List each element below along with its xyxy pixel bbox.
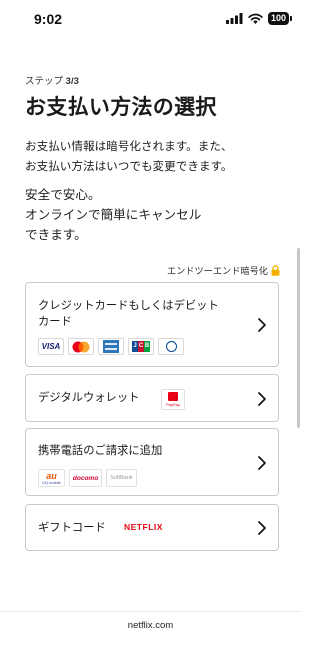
status-icons: 100 [225,12,293,25]
carrier-logos: au UQ mobile docomo SoftBank [38,469,137,487]
diners-club-logo [158,338,184,355]
mastercard-icon [72,341,90,352]
paypay-logo-text: PayPay [166,402,180,407]
au-logo-text: au [46,470,57,481]
softbank-logo-text: SoftBank [110,475,133,481]
lock-icon [271,264,280,276]
battery-icon: 100 [267,12,293,25]
jcb-logo: J C B [128,338,154,355]
paypay-icon [168,392,178,401]
jcb-letter-b: B [144,341,150,352]
gift-code-option-label: ギフトコード [38,521,106,534]
safety-line-1: 安全で安心。 [25,187,101,202]
payment-option-gift-code[interactable]: ギフトコード NETFLIX [25,504,279,551]
encryption-label: エンドツーエンド暗号化 [166,266,268,277]
safety-line-2: オンラインで簡単にキャンセル [25,207,202,222]
wallet-option-label: デジタルウォレット [38,391,140,404]
diners-club-icon [165,341,177,352]
payment-option-carrier[interactable]: 携帯電話のご請求に追加 au UQ mobile docomo SoftBank [25,428,279,496]
docomo-logo-text: docomo [72,474,99,482]
card-logos: VISA J C B [38,338,184,355]
browser-domain[interactable]: netflix.com [0,620,301,631]
visa-logo-text: VISA [41,342,61,351]
description-line-2: お支払い方法はいつでも変更できます。 [25,159,233,173]
chevron-right-icon [258,318,266,332]
netflix-logo: NETFLIX [124,522,163,532]
payment-option-wallet[interactable]: デジタルウォレット PayPay [25,374,279,422]
uq-mobile-logo-text: UQ mobile [42,479,61,485]
encryption-notice: エンドツーエンド暗号化 [167,263,280,277]
status-time: 9:02 [34,11,63,27]
mastercard-logo [68,338,94,355]
card-label-line-1: クレジットカードもしくはデビット [38,299,219,312]
wifi-icon [248,13,263,24]
step-indicator: ステップ 3/3 [25,73,79,87]
amex-logo [98,338,124,355]
chevron-right-icon [258,392,266,406]
footer-divider [0,611,301,612]
safety-text: 安全で安心。 オンラインで簡単にキャンセル できます。 [25,185,287,245]
step-value: 3/3 [65,76,79,87]
docomo-logo: docomo [68,469,103,487]
amex-icon [103,340,119,353]
description-text: お支払い情報は暗号化されます。また、 お支払い方法はいつでも変更できます。 [25,136,287,176]
signal-icon [225,13,243,24]
safety-line-3: できます。 [25,227,87,242]
softbank-logo: SoftBank [106,469,137,487]
card-option-label: クレジットカードもしくはデビット カード [38,298,219,330]
scrollbar[interactable] [297,248,300,428]
step-prefix: ステップ [25,76,64,87]
paypay-logo: PayPay [161,389,185,410]
payment-option-card[interactable]: クレジットカードもしくはデビット カード VISA J C B [25,282,279,367]
status-bar: 9:02 100 [0,0,301,40]
visa-logo: VISA [38,338,64,355]
au-uq-logo: au UQ mobile [38,469,65,487]
chevron-right-icon [258,521,266,535]
description-line-1: お支払い情報は暗号化されます。また、 [25,139,233,153]
page-title: お支払い方法の選択 [25,95,217,119]
carrier-option-label: 携帯電話のご請求に追加 [38,444,163,457]
card-label-line-2: カード [38,315,72,328]
jcb-mark: J C B [132,341,150,352]
chevron-right-icon [258,456,266,470]
